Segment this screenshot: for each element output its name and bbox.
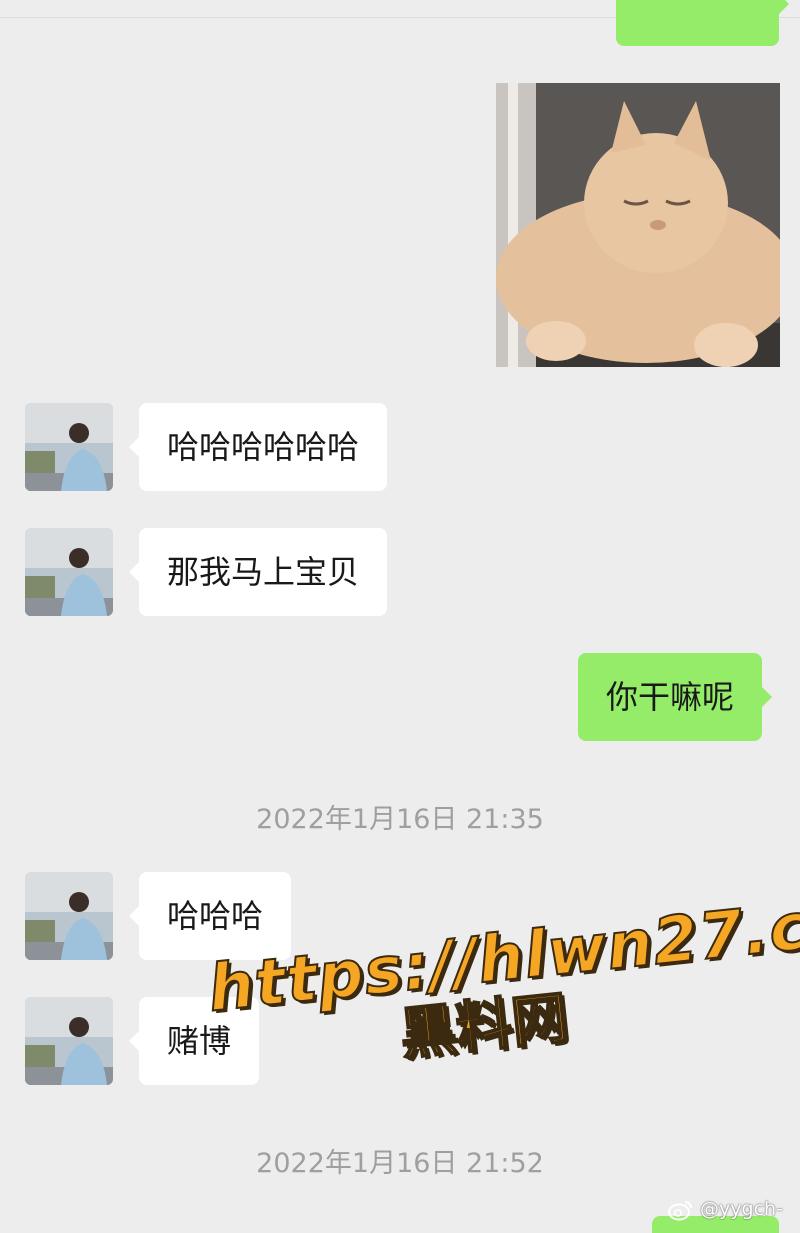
avatar-photo: [25, 403, 113, 491]
contact-avatar[interactable]: [25, 997, 113, 1085]
weibo-handle-text: @yygch-: [700, 1198, 783, 1220]
partial-outgoing-bubble[interactable]: [616, 0, 789, 46]
contact-avatar[interactable]: [25, 872, 113, 960]
avatar-photo: [25, 997, 113, 1085]
watermark-site-name: 黑料网: [396, 985, 572, 1069]
contact-avatar[interactable]: [25, 528, 113, 616]
weibo-icon: [668, 1199, 694, 1221]
weibo-handle-tag: @yygch-: [668, 1198, 783, 1221]
timestamp: 2022年1月16日 21:52: [256, 1148, 544, 1179]
avatar-photo: [25, 872, 113, 960]
incoming-message-bubble[interactable]: 那我马上宝贝: [128, 528, 388, 616]
cat-picture: [496, 83, 780, 367]
incoming-message-bubble[interactable]: 哈哈哈: [128, 872, 292, 960]
incoming-message-bubble[interactable]: 哈哈哈哈哈哈: [128, 403, 388, 491]
incoming-message-bubble[interactable]: 赌博: [128, 997, 260, 1085]
avatar-photo: [25, 528, 113, 616]
contact-avatar[interactable]: [25, 403, 113, 491]
timestamp: 2022年1月16日 21:35: [256, 804, 544, 835]
outgoing-message-bubble[interactable]: 你干嘛呢: [578, 653, 773, 741]
cat-image-message[interactable]: [496, 83, 780, 367]
